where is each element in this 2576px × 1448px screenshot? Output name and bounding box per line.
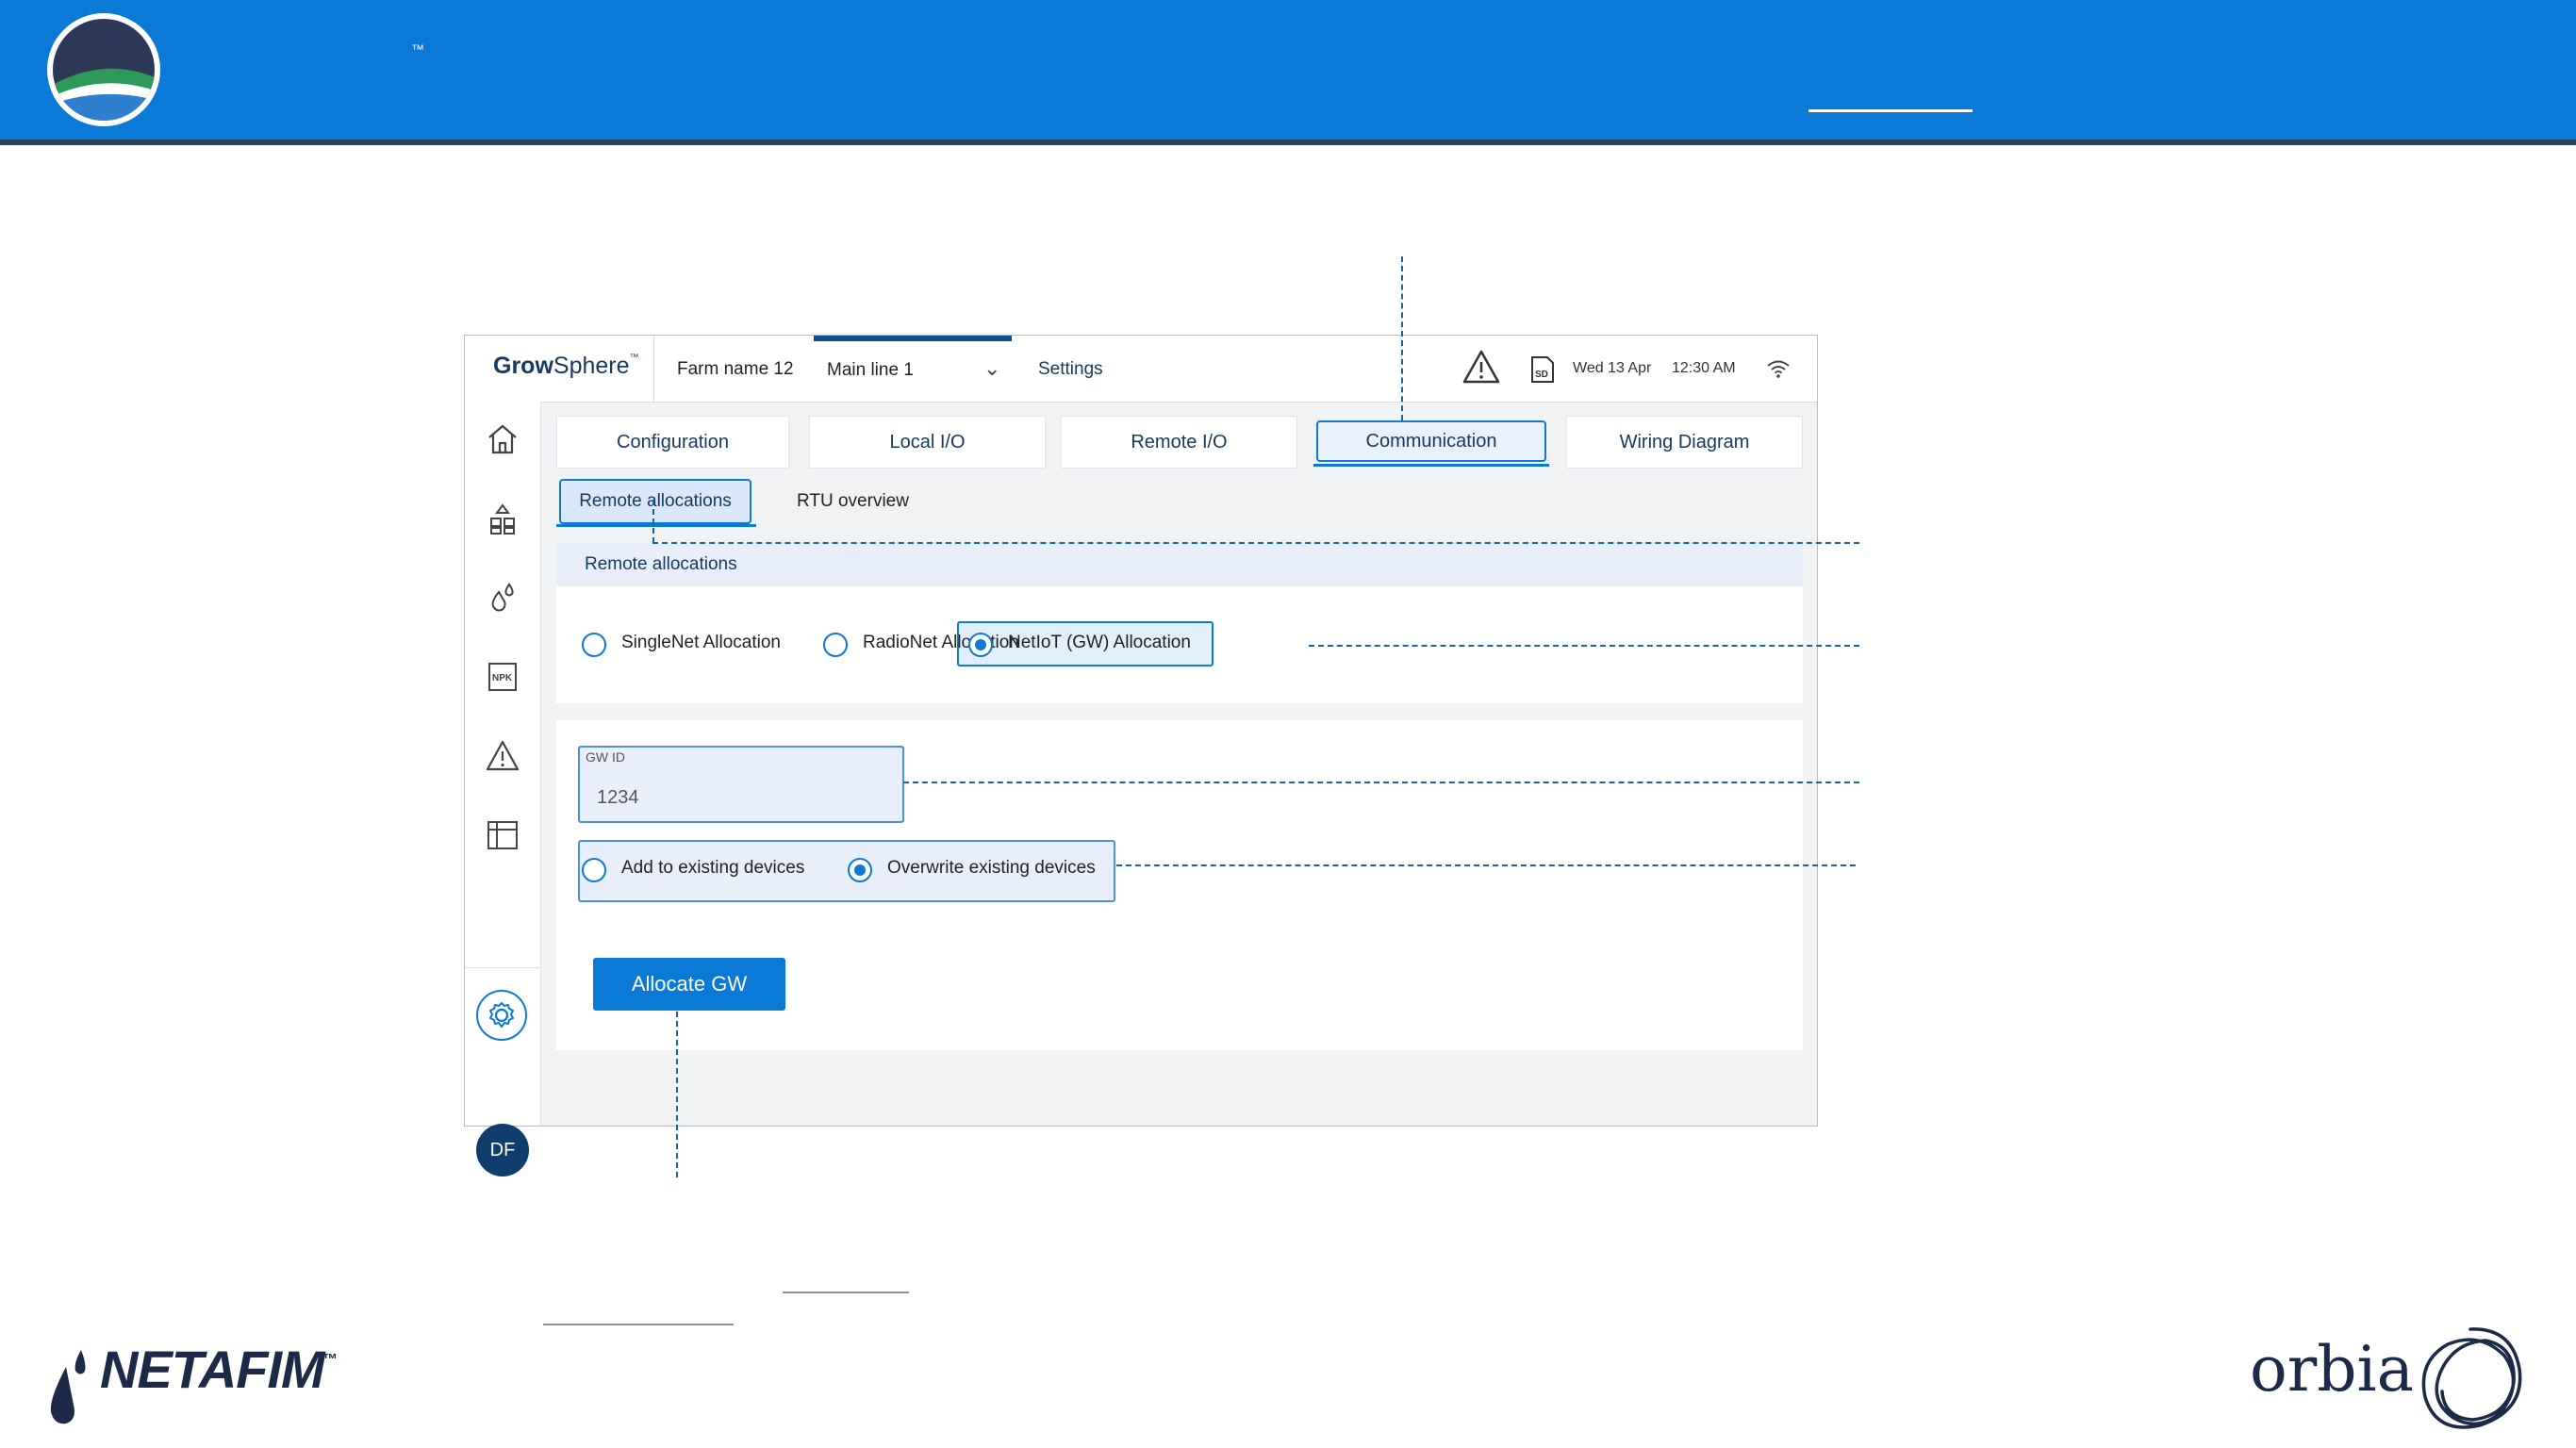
label-overwrite-existing: Overwrite existing devices: [887, 858, 1096, 878]
banner-trademark: ™: [411, 41, 424, 57]
gear-icon: [489, 1002, 514, 1028]
active-tab-indicator: [1313, 464, 1549, 467]
settings-nav-button[interactable]: [476, 990, 527, 1041]
footer-rule: [783, 1292, 909, 1293]
chevron-down-icon: ⌄: [983, 356, 1001, 380]
subtab-remote-allocations[interactable]: Remote allocations: [559, 479, 751, 524]
callout-subtab: [652, 542, 1859, 544]
allocation-panel-header: Remote allocations: [556, 543, 1803, 586]
active-subtab-indicator: [556, 524, 756, 527]
banner-divider: [0, 140, 2576, 145]
gw-id-label: GW ID: [586, 749, 625, 765]
tab-communication[interactable]: Communication: [1316, 420, 1546, 462]
netafim-logo: NETAFIM: [100, 1340, 325, 1399]
panel-title: Remote allocations: [585, 554, 737, 574]
radio-overwrite-existing[interactable]: [848, 858, 872, 882]
farm-name[interactable]: Farm name 12: [677, 359, 794, 380]
orbia-mark-icon: [2421, 1327, 2522, 1429]
sd-card-icon: SD: [1531, 356, 1554, 383]
allocate-gw-button[interactable]: Allocate GW: [593, 958, 785, 1011]
subtab-rtu-overview[interactable]: RTU overview: [797, 491, 909, 512]
label-singlenet: SingleNet Allocation: [621, 633, 781, 652]
main-line-select[interactable]: Main line 1 ⌄: [814, 336, 1012, 402]
alarm-icon[interactable]: [484, 737, 521, 775]
label-radionet: RadioNet Allocation: [863, 633, 1019, 652]
label-netiot: NetIoT (GW) Allocation: [1008, 633, 1191, 652]
netafim-drop-icon: [50, 1350, 86, 1424]
table-icon[interactable]: [484, 816, 521, 854]
header-divider: [653, 336, 654, 402]
radio-singlenet[interactable]: [582, 633, 606, 657]
label-add-existing: Add to existing devices: [621, 858, 805, 878]
radio-radionet[interactable]: [823, 633, 848, 657]
tab-remote-io[interactable]: Remote I/O: [1061, 416, 1297, 469]
alert-icon[interactable]: [1462, 349, 1500, 385]
time-display: 12:30 AM: [1672, 360, 1736, 376]
orbia-logo: orbia: [2250, 1333, 2414, 1406]
netafim-trademark: ™: [322, 1352, 338, 1368]
radio-add-existing[interactable]: [582, 858, 606, 882]
tab-wiring-diagram[interactable]: Wiring Diagram: [1566, 416, 1803, 469]
callout-communication: [1401, 256, 1403, 420]
home-icon[interactable]: [484, 420, 521, 458]
gw-id-value: 1234: [597, 787, 639, 808]
top-banner: [0, 0, 2576, 140]
svg-text:NPK: NPK: [492, 673, 513, 683]
callout-gw-id: [903, 782, 1859, 783]
water-drops-icon[interactable]: [484, 579, 521, 617]
sidebar: NPK DF: [465, 402, 541, 1176]
banner-underline: [1808, 109, 1973, 112]
wifi-icon: [1767, 360, 1790, 378]
brand-logo: [47, 13, 160, 126]
callout-netiot: [1309, 645, 1859, 647]
svg-text:SD: SD: [1535, 370, 1548, 380]
callout-device-options: [1116, 864, 1856, 866]
radio-netiot[interactable]: [968, 633, 993, 657]
tab-configuration[interactable]: Configuration: [556, 416, 789, 469]
sidebar-divider: [465, 967, 540, 968]
growsphere-logo: GrowSphere™: [493, 353, 639, 379]
callout-subtab-stem: [652, 500, 654, 543]
app-window: GrowSphere™ Farm name 12 Main line 1 ⌄ S…: [464, 335, 1818, 1176]
main-line-value: Main line 1: [827, 360, 914, 380]
gw-id-field[interactable]: GW ID 1234: [578, 746, 904, 823]
devices-icon[interactable]: [484, 500, 521, 537]
npk-icon[interactable]: NPK: [484, 658, 521, 696]
callout-allocate: [676, 1012, 678, 1177]
app-header: GrowSphere™ Farm name 12 Main line 1 ⌄ S…: [465, 336, 1817, 403]
tab-local-io[interactable]: Local I/O: [809, 416, 1046, 469]
date-display: Wed 13 Apr: [1573, 360, 1652, 376]
footer-rule: [543, 1324, 734, 1325]
settings-breadcrumb[interactable]: Settings: [1038, 359, 1103, 380]
user-avatar[interactable]: DF: [476, 1124, 529, 1176]
